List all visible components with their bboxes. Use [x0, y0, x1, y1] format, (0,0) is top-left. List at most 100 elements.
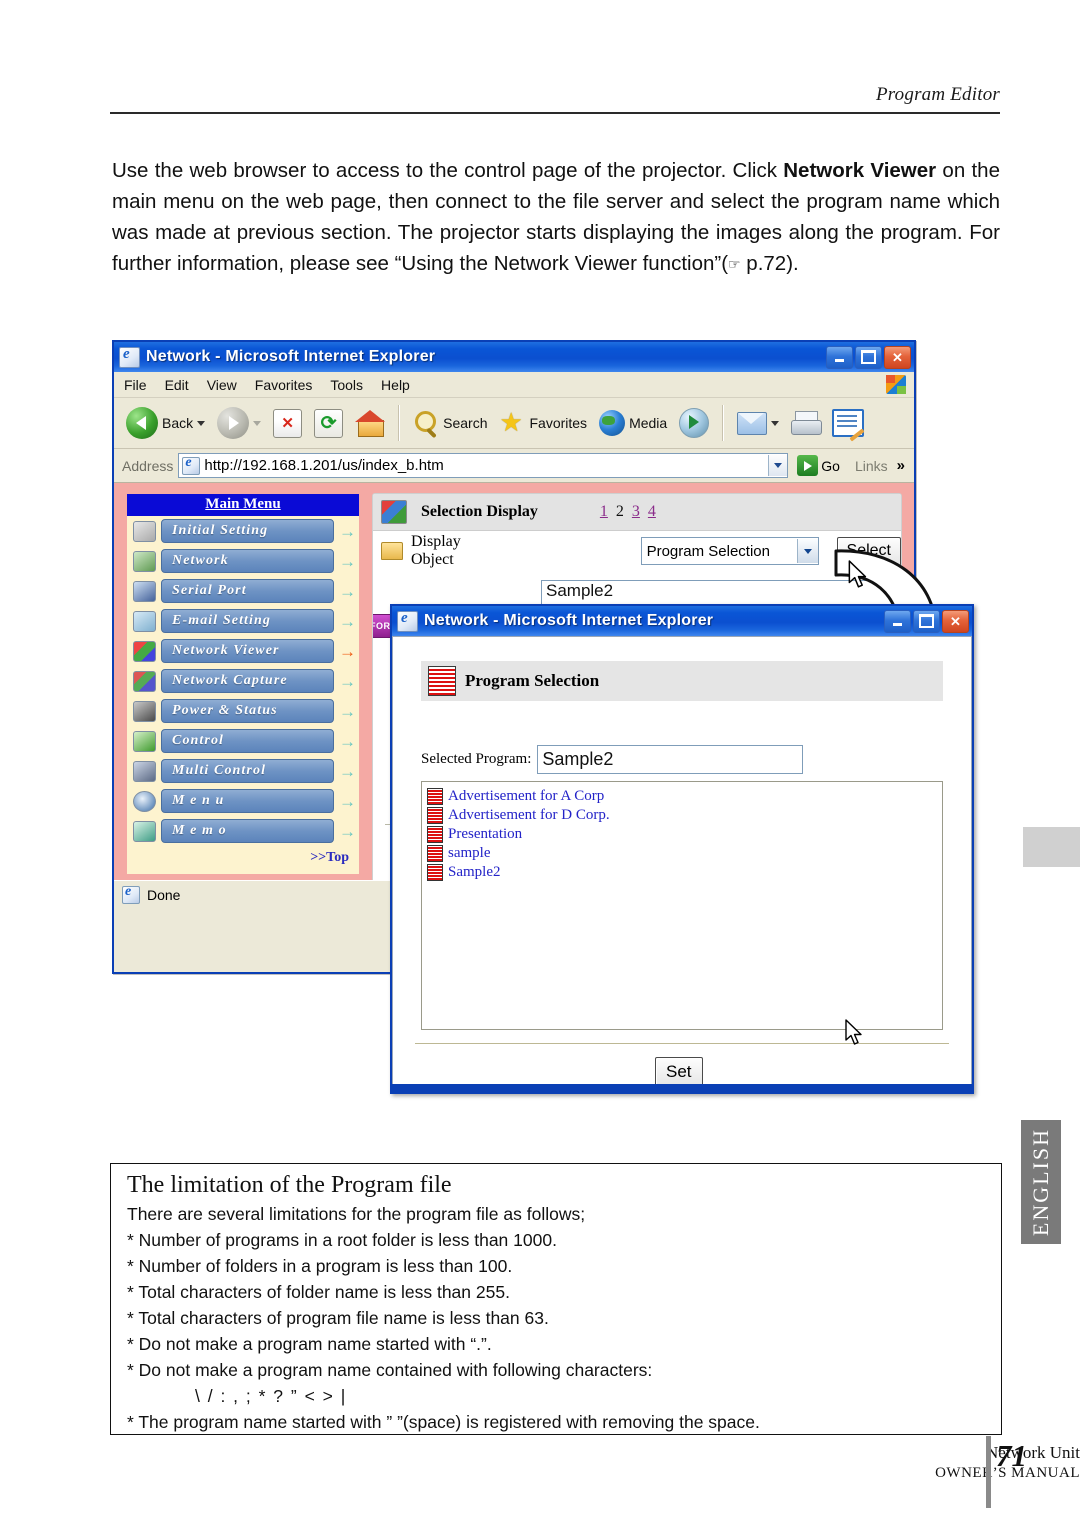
list-item[interactable]: Presentation [427, 825, 942, 844]
dialog-divider [415, 1043, 949, 1044]
media-button[interactable]: Media [595, 402, 671, 444]
edit-icon [832, 409, 865, 437]
program-link[interactable]: Advertisement for D Corp. [448, 807, 610, 824]
globe-icon [599, 410, 626, 436]
sidebar-item-memo[interactable]: M e m o → [127, 816, 359, 846]
program-selection-dialog[interactable]: Network - Microsoft Internet Explorer ✕ … [390, 604, 974, 1094]
program-list[interactable]: Advertisement for A Corp Advertisement f… [421, 781, 943, 1030]
sidebar-item-email-setting[interactable]: E-mail Setting → [127, 606, 359, 636]
maximize-button[interactable] [855, 345, 882, 369]
arrow-right-icon-active: → [339, 641, 356, 661]
history-button[interactable] [675, 402, 713, 444]
main-menubar[interactable]: File Edit View Favorites Tools Help [114, 372, 914, 398]
arrow-right-icon: → [339, 581, 356, 601]
arrow-right-icon: → [339, 701, 356, 721]
media-label: Media [629, 415, 668, 431]
mail-button[interactable] [733, 402, 783, 444]
display-object-label: Display Object [411, 533, 461, 568]
sidebar-item-network[interactable]: Network → [127, 546, 359, 576]
go-label: Go [821, 457, 840, 474]
program-link[interactable]: sample [448, 845, 491, 862]
close-button[interactable]: ✕ [942, 609, 969, 633]
back-button[interactable]: Back [122, 402, 209, 444]
list-item[interactable]: Sample2 [427, 863, 942, 882]
address-input[interactable]: http://192.168.1.201/us/index_b.htm [178, 453, 789, 478]
address-label: Address [122, 457, 174, 474]
back-dropdown-caret-icon[interactable] [197, 420, 206, 426]
menu-tools[interactable]: Tools [330, 377, 363, 393]
main-window-controls[interactable]: ✕ [826, 345, 911, 369]
program-link[interactable]: Advertisement for A Corp [448, 788, 604, 805]
page-link-4[interactable]: 4 [648, 503, 656, 521]
search-button[interactable]: Search [409, 402, 491, 444]
chevron-right-icon[interactable]: » [893, 457, 909, 474]
arrow-right-icon: → [339, 761, 356, 781]
sidebar-item-multi-control[interactable]: Multi Control → [127, 756, 359, 786]
page-link-3[interactable]: 3 [632, 503, 640, 521]
go-button[interactable]: Go [793, 455, 844, 476]
dialog-window-controls[interactable]: ✕ [884, 609, 969, 633]
stop-button[interactable] [269, 402, 306, 444]
arrow-right-icon: → [339, 671, 356, 691]
status-text: Done [147, 887, 181, 903]
main-toolbar[interactable]: Back Search ★ Favorites Media [114, 398, 914, 449]
sidebar-item-serial-port[interactable]: Serial Port → [127, 576, 359, 606]
arrow-right-icon: → [339, 821, 356, 841]
program-link[interactable]: Sample2 [448, 864, 501, 881]
limitation-line: * Number of programs in a root folder is… [127, 1230, 557, 1250]
forward-dropdown-caret-icon[interactable] [253, 420, 262, 426]
close-button[interactable]: ✕ [884, 345, 911, 369]
mail-dropdown-caret-icon[interactable] [771, 420, 780, 426]
sidebar-item-menu[interactable]: M e n u → [127, 786, 359, 816]
top-link[interactable]: >>Top [127, 846, 359, 868]
stop-icon [273, 408, 303, 438]
menu-view[interactable]: View [207, 377, 237, 393]
intro-paragraph: Use the web browser to access to the con… [112, 155, 1000, 281]
chevron-down-icon[interactable] [796, 539, 818, 563]
list-item[interactable]: Advertisement for D Corp. [427, 806, 942, 825]
sidebar-item-network-capture[interactable]: Network Capture → [127, 666, 359, 696]
display-object-select[interactable]: Program Selection [640, 537, 819, 565]
selected-program-input[interactable]: Sample2 [537, 745, 804, 774]
limitation-forbidden-characters: \ / : , ; * ? ” < > | [195, 1386, 347, 1406]
print-button[interactable] [787, 402, 824, 444]
menu-edit[interactable]: Edit [165, 377, 189, 393]
dialog-titlebar[interactable]: Network - Microsoft Internet Explorer ✕ [392, 606, 972, 636]
list-item[interactable]: Advertisement for A Corp [427, 787, 942, 806]
minimize-button[interactable] [884, 609, 911, 633]
home-button[interactable] [351, 402, 389, 444]
sidebar-item-label: Serial Port [161, 579, 334, 603]
maximize-button[interactable] [913, 609, 940, 633]
language-tab-english: ENGLISH [1021, 1120, 1061, 1244]
intro-bold-network-viewer: Network Viewer [783, 158, 937, 182]
sidebar-item-network-viewer[interactable]: Network Viewer → [127, 636, 359, 666]
set-button[interactable]: Set [655, 1057, 703, 1087]
refresh-button[interactable] [310, 402, 347, 444]
main-window-titlebar[interactable]: Network - Microsoft Internet Explorer ✕ [114, 342, 914, 372]
menu-help[interactable]: Help [381, 377, 410, 393]
links-label[interactable]: Links [849, 458, 888, 474]
edit-button[interactable] [828, 402, 868, 444]
menu-favorites[interactable]: Favorites [255, 377, 313, 393]
minimize-button[interactable] [826, 345, 853, 369]
sidebar-item-initial-setting[interactable]: Initial Setting → [127, 516, 359, 546]
address-dropdown-button[interactable] [768, 455, 788, 476]
footer: Network Unit OWNER’S MANUAL [760, 1443, 1080, 1482]
forward-button[interactable] [213, 402, 265, 444]
list-item[interactable]: sample [427, 844, 942, 863]
page-links[interactable]: 1 2 3 4 [600, 503, 656, 521]
sidebar-item-label: Power & Status [161, 699, 334, 723]
sidebar-item-power-status[interactable]: Power & Status → [127, 696, 359, 726]
limitation-line: There are several limitations for the pr… [127, 1204, 586, 1224]
menu-file[interactable]: File [124, 377, 147, 393]
program-link[interactable]: Presentation [448, 826, 522, 843]
serial-port-icon [133, 580, 156, 602]
page-link-1[interactable]: 1 [600, 503, 608, 521]
address-bar[interactable]: Address http://192.168.1.201/us/index_b.… [114, 449, 914, 483]
language-tab-label: ENGLISH [1028, 1127, 1053, 1237]
favorites-button[interactable]: ★ Favorites [495, 402, 591, 444]
page-link-2[interactable]: 2 [616, 503, 624, 521]
network-viewer-icon [381, 500, 407, 524]
sidebar-item-control[interactable]: Control → [127, 726, 359, 756]
pointing-hand-icon: ☞ [728, 256, 741, 273]
